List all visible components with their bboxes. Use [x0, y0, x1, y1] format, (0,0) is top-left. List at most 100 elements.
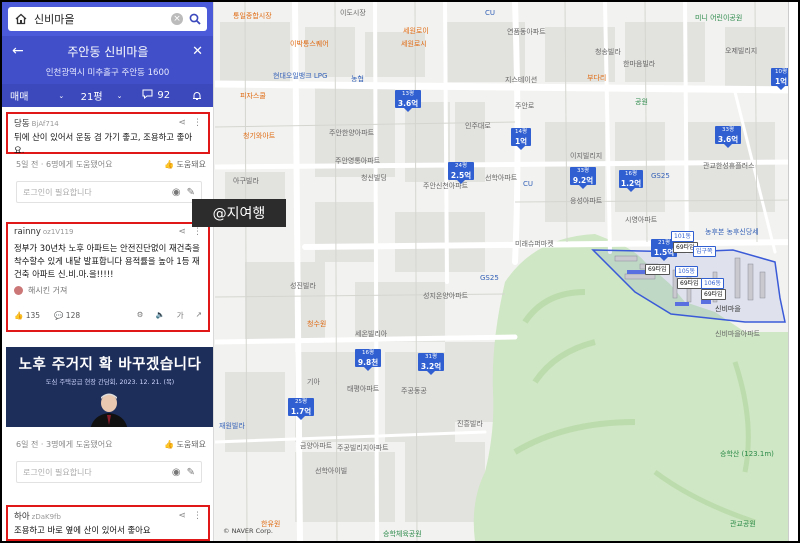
map-label: 신비마을: [715, 305, 741, 313]
map-label: 연품동아파트: [507, 28, 546, 36]
pin-size: 16평: [624, 171, 638, 177]
speaker-icon[interactable]: 🔈: [155, 310, 164, 321]
price-pin[interactable]: 33평 9.2억: [570, 167, 596, 189]
review-author: 하아 zDaK9fb: [14, 510, 61, 522]
price-pin[interactable]: 25평 1.7억: [288, 398, 314, 420]
reply-placeholder: 로그인이 필요합니다: [23, 187, 92, 197]
map-label: 청수원: [307, 320, 327, 328]
map-view[interactable]: 통일종합시장 이도시장 이박통스퀘어 세원로이 세원로시 연품동아파트 청송빌라…: [215, 2, 798, 541]
price-pin[interactable]: 13평 3.6억: [395, 90, 421, 112]
map-label: 응성아파트: [570, 197, 603, 205]
type-tag[interactable]: 69타입: [645, 264, 670, 275]
share-icon[interactable]: ⋖: [178, 118, 186, 128]
map-label: 공원: [635, 98, 648, 106]
back-arrow-icon[interactable]: ←: [12, 43, 24, 59]
building-tag[interactable]: 105동: [675, 266, 698, 277]
map-label: 한마음빌라: [623, 60, 656, 68]
share-icon[interactable]: ⋖: [178, 511, 186, 521]
review-text: 뒤에 산이 있어서 운동 겸 가기 좋고, 조용하고 좋아요.: [14, 132, 193, 155]
bot-icon[interactable]: ⚙: [137, 310, 144, 321]
more-icon[interactable]: ⋮: [193, 118, 202, 128]
type-tag[interactable]: 69타입: [677, 278, 702, 289]
pin-size: 14평: [514, 129, 528, 135]
tab-size[interactable]: 21평 ⌄: [72, 88, 132, 104]
map-label: CU: [523, 180, 534, 188]
map-label: 기아: [307, 378, 320, 386]
camera-icon[interactable]: ◉: [172, 187, 181, 198]
share-icon[interactable]: ↗: [196, 310, 202, 321]
side-panel: 신비마을 × ← 주안동 신비마을 ✕ 인천광역시 미추홀구 주안동 1600 …: [2, 2, 214, 541]
type-tag[interactable]: 69타입: [701, 289, 726, 300]
helpful-label: 도움돼요: [176, 160, 206, 169]
font-size-icon[interactable]: 가: [177, 310, 184, 321]
price-pin[interactable]: 24평 2.5억: [448, 162, 474, 184]
search-icon[interactable]: [189, 10, 201, 29]
pin-price: 1억: [514, 137, 528, 146]
map-label: 금양아파트: [300, 442, 333, 450]
pin-size: 33평: [721, 127, 735, 133]
map-label: 청송빌라: [595, 48, 621, 56]
pin-price: 1.2억: [620, 179, 642, 188]
camera-icon[interactable]: ◉: [172, 467, 181, 478]
map-label: 미래슈퍼마켓: [515, 240, 554, 248]
tab-comments[interactable]: 92: [131, 89, 181, 102]
price-pin[interactable]: 14평 1억: [511, 128, 531, 150]
pin-size: 33평: [576, 168, 590, 174]
banner-subtitle: 도심 주택공급 현장 간담회, 2023. 12. 21. (목): [45, 379, 175, 386]
map-label: 주공동공: [401, 387, 427, 395]
pencil-icon[interactable]: ✎: [187, 187, 195, 198]
map-label: 통일종합시장: [233, 12, 272, 20]
pin-price: 9.2억: [572, 176, 594, 185]
chevron-down-icon: ⌄: [116, 91, 123, 100]
price-pin[interactable]: 31평 3.2억: [418, 353, 444, 375]
avatar: [14, 286, 23, 295]
reply-input[interactable]: 로그인이 필요합니다 ◉ ✎: [16, 181, 202, 203]
reply-input[interactable]: 로그인이 필요합니다 ◉ ✎: [16, 461, 202, 483]
pencil-icon[interactable]: ✎: [187, 467, 195, 478]
pin-price: 9.8천: [357, 358, 379, 367]
home-icon[interactable]: [14, 12, 28, 26]
building-tag[interactable]: 101동: [671, 231, 694, 242]
map-label: 성지온양아파트: [423, 292, 469, 300]
reply-button[interactable]: 💬 128: [54, 311, 80, 320]
map-label: 진흥빌라: [457, 420, 483, 428]
map-label: 성진빌라: [290, 282, 316, 290]
helpful-button[interactable]: 👍 도움돼요: [164, 159, 206, 170]
bell-icon[interactable]: [181, 91, 213, 101]
entrance-tag[interactable]: 입구쪽: [693, 246, 716, 257]
review-text: 조용하고 바로 옆에 산이 있어서 좋아요: [14, 525, 151, 535]
share-icon[interactable]: ⋖: [178, 227, 186, 237]
pin-price: 2.5억: [450, 171, 472, 180]
reaction-bar: 👍 135 💬 128 ⚙ 🔈 가 ↗: [8, 308, 208, 321]
map-label: GS25: [480, 274, 499, 282]
helpful-button[interactable]: 👍 도움돼요: [164, 439, 206, 450]
map-label: 이박통스퀘어: [290, 40, 329, 48]
map-label: 청기와아트: [243, 132, 276, 140]
map-label: 세원로시: [401, 40, 427, 48]
review-helpful-row: 6일 전 · 3명에게 도움됐어요 👍 도움돼요: [16, 439, 206, 450]
review-time: 5일 전 · 6명에게 도움됐어요: [16, 160, 113, 169]
clear-icon[interactable]: ×: [171, 13, 183, 25]
search-box[interactable]: 신비마을 ×: [8, 7, 207, 31]
price-pin[interactable]: 16평 9.8천: [355, 349, 381, 371]
scrollbar[interactable]: [788, 2, 798, 541]
pin-size: 24평: [454, 163, 468, 169]
watermark: @지여행: [192, 199, 286, 227]
map-label: 지스테이션: [505, 76, 538, 84]
map-label: 아구빌라: [233, 177, 259, 185]
pin-size: 16평: [361, 350, 375, 356]
price-pin[interactable]: 33평 3.6억: [715, 126, 741, 148]
building-tag[interactable]: 106동: [701, 278, 724, 289]
price-pin[interactable]: 16평 1.2억: [619, 170, 643, 192]
more-icon[interactable]: ⋮: [193, 511, 202, 521]
map-label: 농후본 농후신당세: [705, 228, 759, 236]
tab-deal-type[interactable]: 매매 ⌄: [2, 88, 72, 104]
map-label: 현대오일뱅크 LPG: [273, 72, 328, 80]
search-input[interactable]: 신비마을: [34, 11, 165, 27]
helpful-label: 도움돼요: [176, 440, 206, 449]
map-label: 재원빌라: [219, 422, 245, 430]
more-icon[interactable]: ⋮: [193, 227, 202, 237]
like-button[interactable]: 👍 135: [14, 311, 40, 320]
map-label: 청신빌딩: [361, 174, 387, 182]
close-icon[interactable]: ✕: [192, 44, 203, 59]
